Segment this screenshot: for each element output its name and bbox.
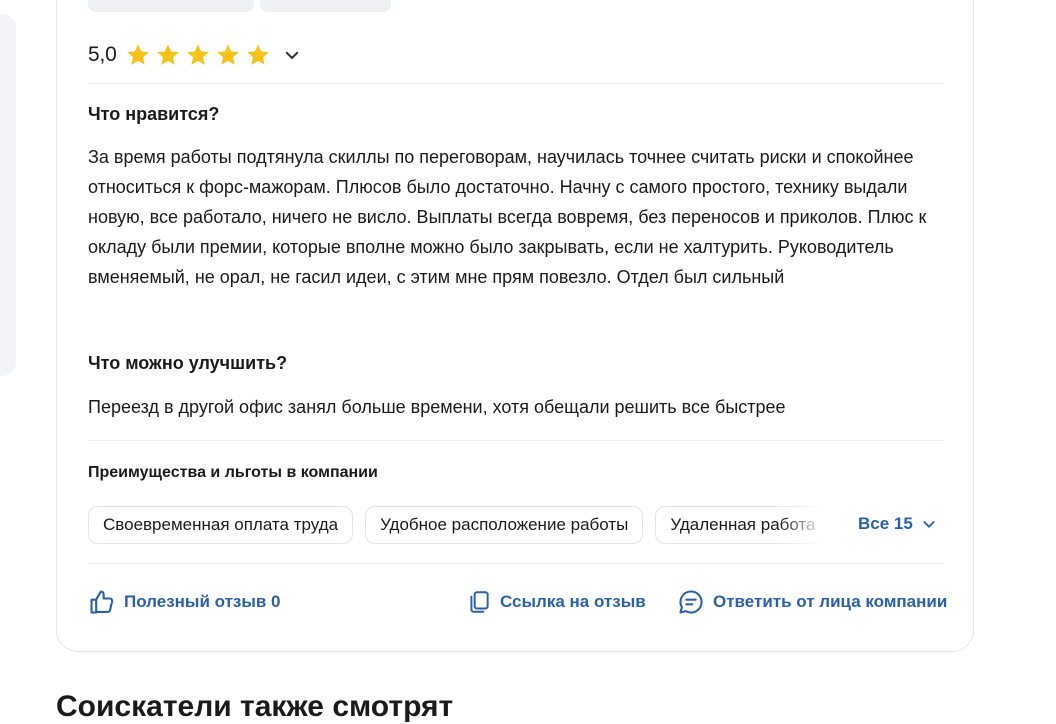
chevron-down-icon[interactable] bbox=[283, 46, 301, 64]
star-icon bbox=[156, 44, 179, 65]
side-panel bbox=[0, 14, 16, 376]
review-card bbox=[56, 0, 974, 652]
helpful-button[interactable]: Полезный отзыв 0 bbox=[88, 588, 281, 616]
chat-icon bbox=[679, 590, 703, 614]
improve-text: Переезд в другой офис занял больше време… bbox=[88, 397, 786, 417]
reply-button[interactable]: Ответить от лица компании bbox=[677, 588, 947, 616]
star-icon bbox=[246, 44, 269, 65]
benefit-chip: Удобное расположение работы bbox=[365, 506, 644, 544]
star-icon bbox=[126, 44, 149, 65]
rating-row: 5,0 bbox=[88, 38, 301, 72]
all-benefits-button[interactable]: Все 15 bbox=[858, 514, 937, 534]
star-icon bbox=[186, 44, 209, 65]
benefits-chips: Своевременная оплата труда Удобное распо… bbox=[88, 506, 820, 546]
helpful-label: Полезный отзыв 0 bbox=[124, 592, 281, 611]
rating-stars bbox=[125, 42, 271, 68]
top-tag-2 bbox=[260, 0, 391, 12]
bottom-heading: Соискатели также смотрят bbox=[56, 690, 454, 723]
copy-link-button[interactable]: Ссылка на отзыв bbox=[466, 588, 646, 616]
reply-label: Ответить от лица компании bbox=[713, 592, 948, 611]
star-icon bbox=[216, 44, 239, 65]
divider bbox=[88, 563, 944, 564]
copy-icon bbox=[470, 591, 489, 613]
chips-fade bbox=[780, 506, 824, 546]
thumbs-up-icon bbox=[90, 590, 114, 614]
divider bbox=[88, 440, 944, 441]
chevron-down-icon bbox=[923, 521, 935, 528]
all-benefits-label: Все 15 bbox=[858, 514, 913, 533]
improve-title: Что можно улучшить? bbox=[88, 353, 288, 373]
likes-text: За время работы подтянула скиллы по пере… bbox=[88, 147, 927, 287]
benefits-title: Преимущества и льготы в компании bbox=[88, 464, 378, 481]
rating-value: 5,0 bbox=[88, 43, 117, 66]
top-tag-1 bbox=[88, 0, 254, 12]
benefit-chip: Своевременная оплата труда bbox=[88, 506, 354, 544]
divider bbox=[88, 83, 944, 84]
copy-link-label: Ссылка на отзыв bbox=[500, 592, 646, 611]
likes-title: Что нравится? bbox=[88, 104, 220, 124]
